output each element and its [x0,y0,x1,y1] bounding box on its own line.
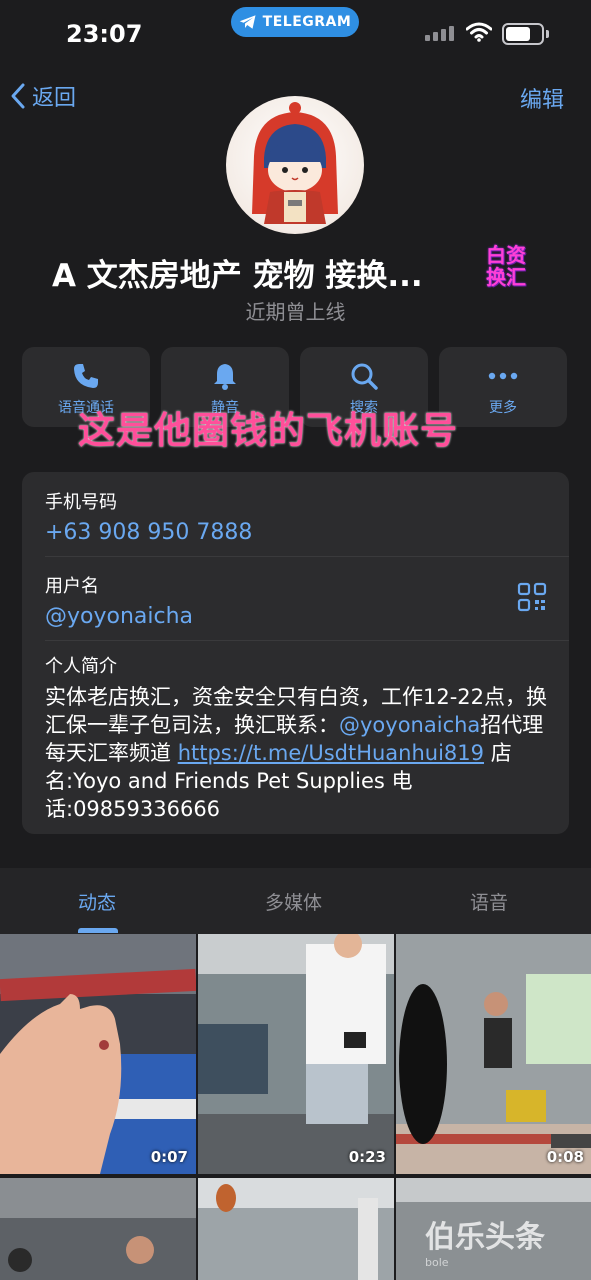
info-card: 手机号码 +63 908 950 7888 用户名 @yoyonaicha 个人… [22,472,569,834]
bio-text: 实体老店换汇，资金安全只有白资，工作12-22点，换汇保一辈子包司法，换汇联系：… [45,683,550,823]
gym-photo [198,934,394,1174]
edit-button[interactable]: 编辑 [520,82,564,114]
media-thumbnail[interactable]: 0:07 [0,934,196,1174]
back-label: 返回 [32,86,77,111]
bio-url-link[interactable]: https://t.me/UsdtHuanhui819 [178,741,484,765]
tab-media[interactable]: 多媒体 [265,888,322,915]
more-icon [488,372,518,380]
media-thumbnail[interactable]: 0:08 [396,934,591,1174]
punching-bag-photo [396,934,591,1174]
media-thumbnail[interactable] [0,1178,196,1280]
username-row[interactable]: 用户名 @yoyonaicha [45,572,193,629]
watermark-sub: bole [425,1256,449,1269]
bio-section: 个人简介 实体老店换汇，资金安全只有白资，工作12-22点，换汇保一辈子包司法，… [45,652,550,823]
media-thumbnail[interactable] [198,1178,394,1280]
wifi-icon [466,22,492,42]
username-value[interactable]: @yoyonaicha [45,604,193,629]
battery-tip [546,30,549,38]
phone-icon [74,364,98,388]
name-sticker: 白资换汇 [486,244,534,288]
telegram-icon [239,15,256,29]
telegram-pill-label: TELEGRAM [262,14,352,30]
gym-photo [198,1178,394,1280]
avatar-illustration [252,102,338,224]
bio-mention-link[interactable]: @yoyonaicha [339,713,480,737]
media-tabs: 动态 多媒体 语音 [0,868,591,934]
avatar[interactable] [226,96,364,234]
last-seen-status: 近期曾上线 [245,300,346,324]
media-thumbnail[interactable]: 0:23 [198,934,394,1174]
signal-icon [425,26,454,41]
video-duration: 0:23 [348,1148,386,1166]
status-time: 23:07 [66,20,143,48]
watermark-text: 伯乐头条 [425,1220,545,1255]
overlay-caption: 这是他圈钱的飞机账号 [78,409,458,452]
phone-label: 手机号码 [45,492,117,513]
name-sticker-text: 白资换汇 [486,243,526,289]
username-label: 用户名 [45,576,99,597]
video-duration: 0:08 [546,1148,584,1166]
qr-code-button[interactable] [517,582,547,616]
battery-icon [502,23,544,45]
qr-code-icon [517,582,547,612]
divider [45,640,569,641]
telegram-pill[interactable]: TELEGRAM [231,7,359,37]
tab-voice[interactable]: 语音 [470,888,508,915]
phone-value[interactable]: +63 908 950 7888 [45,520,252,545]
back-button[interactable]: 返回 [10,80,76,112]
search-icon [351,363,378,390]
more-button[interactable]: 更多 [439,347,567,427]
tab-posts[interactable]: 动态 [78,888,116,915]
divider [45,556,569,557]
boxing-ring-photo [0,934,196,1174]
more-label: 更多 [489,400,517,416]
active-tab-indicator [78,928,118,933]
gym-photo [0,1178,196,1280]
video-duration: 0:07 [150,1148,188,1166]
profile-name: A 文杰房地产 宠物 接换... [52,258,423,294]
watermark: 伯乐头条 bole [425,1212,545,1269]
chevron-left-icon [11,83,25,109]
status-bar: 23:07 TELEGRAM [0,0,591,70]
bell-icon [214,364,236,390]
bio-label: 个人简介 [45,656,117,677]
phone-row[interactable]: 手机号码 +63 908 950 7888 [45,488,252,545]
